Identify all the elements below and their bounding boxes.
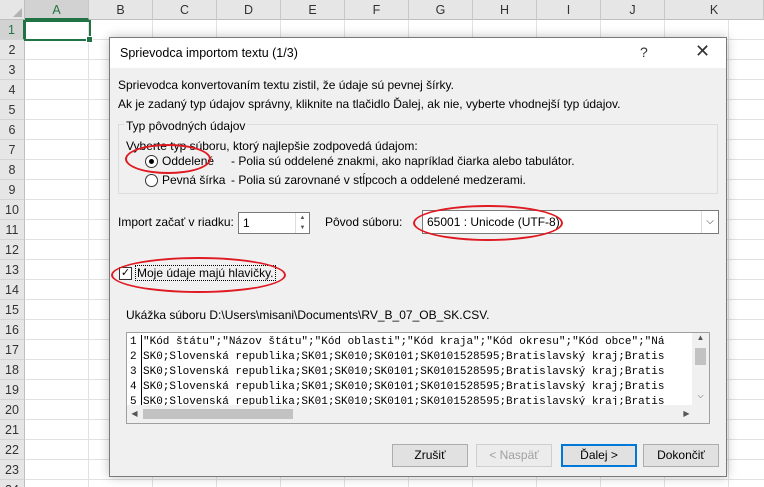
row-header[interactable]: 9 [0, 180, 25, 200]
row-header[interactable]: 14 [0, 280, 25, 300]
scroll-left-icon[interactable]: ◀ [127, 405, 142, 423]
preview-row: 1 "Kód štátu";"Názov štátu";"Kód oblasti"… [127, 335, 665, 350]
select-all-corner[interactable] [0, 0, 25, 20]
row-header[interactable]: 20 [0, 400, 25, 420]
back-button[interactable]: < Naspäť [476, 444, 552, 467]
file-origin-label: Pôvod súboru: [325, 215, 403, 229]
preview-vertical-scrollbar[interactable]: ▲ ⌵ [692, 333, 709, 406]
preview-row-number: 2 [129, 350, 142, 365]
row-header[interactable]: 3 [0, 60, 25, 80]
groupbox-hint: Vyberte typ súboru, ktorý najlepšie zodp… [126, 139, 418, 153]
row-header[interactable]: 22 [0, 440, 25, 460]
groupbox-legend: Typ pôvodných údajov [124, 119, 248, 133]
column-header[interactable]: A [25, 0, 89, 20]
chevron-down-icon[interactable]: ⌵ [701, 211, 718, 233]
file-preview[interactable]: 1 "Kód štátu";"Názov štátu";"Kód oblasti"… [126, 332, 710, 424]
cancel-button[interactable]: Zrušiť [392, 444, 468, 467]
file-origin-value[interactable]: 65001 : Unicode (UTF-8) [427, 215, 560, 229]
row-header[interactable]: 7 [0, 140, 25, 160]
column-header[interactable]: K [665, 0, 764, 20]
row-header[interactable]: 13 [0, 260, 25, 280]
row-header[interactable]: 16 [0, 320, 25, 340]
spin-down-icon[interactable]: ▼ [296, 223, 309, 233]
row-header[interactable]: 11 [0, 220, 25, 240]
vertical-scroll-thumb[interactable] [695, 348, 706, 365]
scroll-down-icon[interactable]: ⌵ [692, 391, 709, 406]
delimited-radio[interactable] [145, 155, 158, 168]
preview-row: 3 SK0;Slovenská republika;SK01;SK010;SK01… [127, 365, 665, 380]
row-header[interactable]: 23 [0, 460, 25, 480]
preview-row-number: 4 [129, 380, 142, 395]
row-header[interactable]: 5 [0, 100, 25, 120]
row-header[interactable]: 21 [0, 420, 25, 440]
preview-row: 2 SK0;Slovenská republika;SK01;SK010;SK01… [127, 350, 665, 365]
delimited-label[interactable]: Oddelené [162, 154, 214, 168]
horizontal-scroll-thumb[interactable] [143, 409, 293, 419]
dialog-title: Sprievodca importom textu (1/3) [120, 46, 298, 60]
preview-row-text: SK0;Slovenská republika;SK01;SK010;SK010… [143, 351, 665, 363]
column-header[interactable]: G [409, 0, 473, 20]
preview-horizontal-scrollbar[interactable]: ◀ ▶ [127, 405, 709, 423]
next-button[interactable]: Ďalej > [561, 444, 637, 467]
start-row-label: Import začať v riadku: [118, 215, 234, 229]
fixed-width-description: - Polia sú zarovnané v stĺpcoch a oddele… [231, 173, 526, 187]
fixed-width-label[interactable]: Pevná šírka [162, 173, 225, 187]
column-header[interactable]: E [281, 0, 345, 20]
row-header[interactable]: 17 [0, 340, 25, 360]
start-row-value[interactable]: 1 [243, 216, 250, 230]
column-header[interactable]: D [217, 0, 281, 20]
headers-checkbox[interactable]: ✓ [119, 267, 132, 280]
preview-label: Ukážka súboru D:\Users\misani\Documents\… [126, 308, 490, 322]
headers-checkbox-label[interactable]: Moje údaje majú hlavičky. [135, 265, 276, 281]
delimited-description: - Polia sú oddelené znakmi, ako napríkla… [231, 154, 575, 168]
spin-up-icon[interactable]: ▲ [296, 213, 309, 223]
row-header[interactable]: 1 [0, 20, 25, 40]
row-header[interactable]: 12 [0, 240, 25, 260]
column-header[interactable]: B [89, 0, 153, 20]
row-header[interactable]: 8 [0, 160, 25, 180]
column-header[interactable]: J [601, 0, 665, 20]
preview-row: 4 SK0;Slovenská republika;SK01;SK010;SK01… [127, 380, 665, 395]
preview-row-number: 3 [129, 365, 142, 380]
row-header[interactable]: 15 [0, 300, 25, 320]
row-header[interactable]: 24 [0, 480, 25, 487]
file-origin-select[interactable]: 65001 : Unicode (UTF-8) ⌵ [422, 210, 719, 234]
scroll-right-icon[interactable]: ▶ [679, 405, 694, 423]
active-cell-a1[interactable] [24, 20, 93, 43]
row-header[interactable]: 10 [0, 200, 25, 220]
scroll-up-icon[interactable]: ▲ [692, 333, 709, 348]
row-header[interactable]: 4 [0, 80, 25, 100]
row-header[interactable]: 18 [0, 360, 25, 380]
fixed-width-radio[interactable] [145, 174, 158, 187]
preview-row-text: "Kód štátu";"Názov štátu";"Kód oblasti";… [143, 336, 665, 348]
column-header[interactable]: H [473, 0, 537, 20]
close-icon[interactable]: ✕ [695, 41, 710, 62]
column-header[interactable]: I [537, 0, 601, 20]
help-icon[interactable]: ? [640, 44, 648, 60]
start-row-spinner[interactable]: 1 ▲ ▼ [238, 212, 310, 234]
preview-row-text: SK0;Slovenská republika;SK01;SK010;SK010… [143, 366, 665, 378]
dialog-titlebar: Sprievodca importom textu (1/3) ? ✕ [110, 38, 726, 68]
intro-text-1: Sprievodca konvertovaním textu zistil, ž… [118, 78, 454, 92]
preview-row-text: SK0;Slovenská republika;SK01;SK010;SK010… [143, 381, 665, 393]
preview-row-number: 1 [129, 335, 142, 350]
row-header[interactable]: 6 [0, 120, 25, 140]
text-import-wizard-dialog: Sprievodca importom textu (1/3) ? ✕ Spri… [109, 37, 727, 477]
finish-button[interactable]: Dokončiť [643, 444, 719, 467]
intro-text-2: Ak je zadaný typ údajov správny, kliknit… [118, 97, 621, 111]
column-header[interactable]: C [153, 0, 217, 20]
column-header[interactable]: F [345, 0, 409, 20]
row-header[interactable]: 19 [0, 380, 25, 400]
spinner-buttons[interactable]: ▲ ▼ [295, 213, 309, 233]
row-header[interactable]: 2 [0, 40, 25, 60]
